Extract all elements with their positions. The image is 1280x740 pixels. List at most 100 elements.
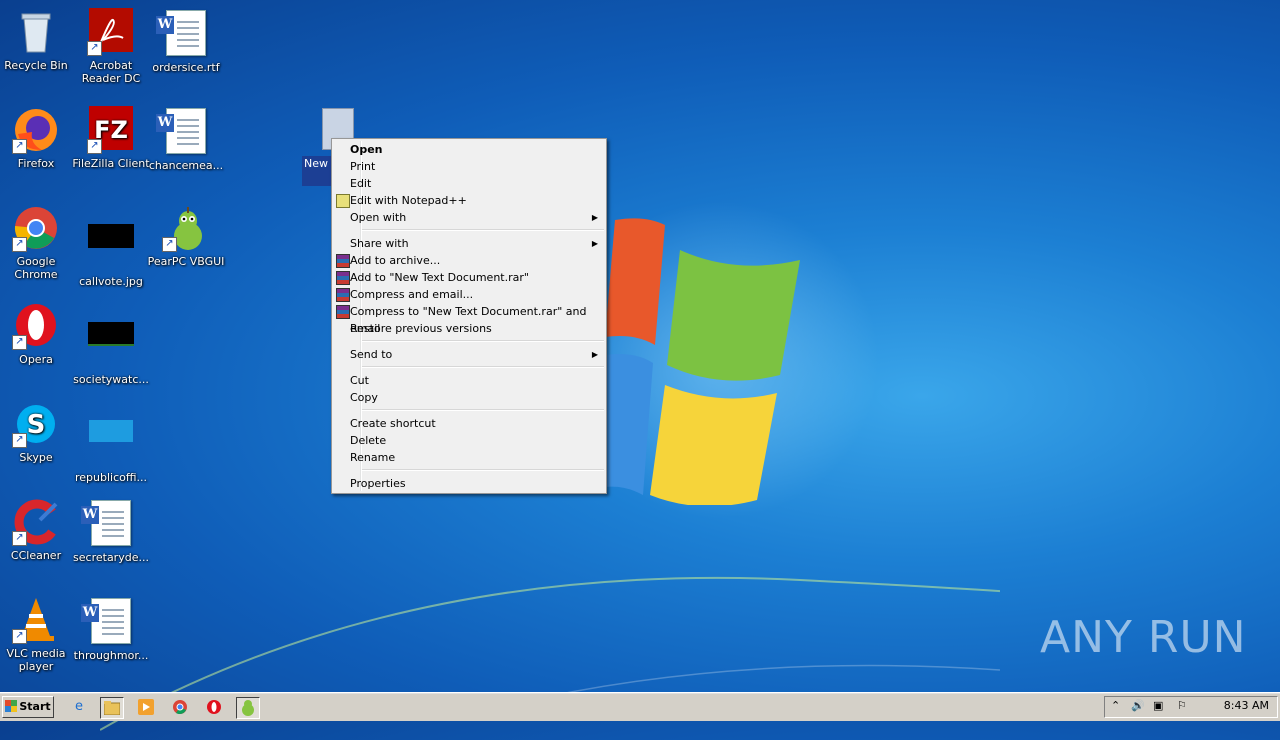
notepadpp-icon (336, 194, 350, 208)
menu-separator (362, 469, 604, 471)
menu-item-properties[interactable]: Properties (334, 475, 604, 492)
submenu-arrow-icon: ▶ (591, 213, 598, 222)
menu-item-share-with[interactable]: Share with ▶ (334, 235, 604, 252)
societywatc-desktop-icon[interactable]: societywatc... (72, 302, 150, 386)
chancemea-desktop-icon[interactable]: W chancemea... (147, 106, 225, 172)
volume-icon[interactable]: 🔊 (1131, 699, 1145, 712)
chrome-icon[interactable] (169, 697, 191, 717)
firefox-icon: ↗ (12, 106, 60, 154)
start-label: Start (19, 700, 51, 713)
windows-logo (605, 218, 800, 505)
filezilla-icon: FZ ↗ (87, 106, 135, 154)
skype-desktop-icon[interactable]: S ↗ Skype (0, 400, 75, 464)
start-button[interactable]: Start (2, 696, 54, 718)
menu-item-compress-and-email[interactable]: Compress and email... (334, 286, 604, 303)
ccleaner-desktop-icon[interactable]: ↗ CCleaner (0, 498, 75, 562)
menu-item-print[interactable]: Print (334, 158, 604, 175)
desktop-icon-label: PearPC VBGUI (147, 255, 225, 268)
show-hidden-icons-icon[interactable]: ⌃ (1111, 699, 1120, 712)
firefox-desktop-icon[interactable]: ↗ Firefox (0, 106, 75, 170)
menu-item-delete[interactable]: Delete (334, 432, 604, 449)
network-icon[interactable]: ▣ (1153, 699, 1163, 712)
windows-flag-icon (5, 700, 18, 712)
desktop-icon-label: FileZilla Client (72, 157, 150, 170)
shortcut-arrow-icon: ↗ (12, 629, 27, 644)
republicoffi-desktop-icon[interactable]: republicoffi... (72, 400, 150, 484)
anyrun-watermark: ANY RUN (1040, 612, 1247, 663)
shortcut-arrow-icon: ↗ (12, 139, 27, 154)
shortcut-arrow-icon: ↗ (87, 41, 102, 56)
menu-item-cut[interactable]: Cut (334, 372, 604, 389)
menu-item-send-to[interactable]: Send to ▶ (334, 346, 604, 363)
shortcut-arrow-icon: ↗ (12, 531, 27, 546)
callvote-jpg-desktop-icon[interactable]: callvote.jpg (72, 204, 150, 288)
winrar-icon (336, 288, 350, 302)
image-thumbnail-icon (87, 420, 135, 468)
vlc-icon: ↗ (12, 596, 60, 644)
menu-item-rename[interactable]: Rename (334, 449, 604, 466)
desktop-icon-label: Opera (19, 353, 53, 366)
acrobat-icon: ↗ (87, 8, 135, 56)
desktop-icon-label: secretaryde... (73, 551, 149, 564)
menu-item-add-to-rar[interactable]: Add to "New Text Document.rar" (334, 269, 604, 286)
desktop-icon-label: chancemea... (148, 159, 224, 172)
vlc-desktop-icon[interactable]: ↗ VLC media player (0, 596, 75, 673)
shortcut-arrow-icon: ↗ (12, 335, 27, 350)
menu-item-add-to-archive[interactable]: Add to archive... (334, 252, 604, 269)
context-menu: Open Print Edit Edit with Notepad++ Open… (331, 138, 607, 494)
image-thumbnail-icon (87, 322, 135, 370)
opera-desktop-icon[interactable]: ↗ Opera (0, 302, 75, 366)
recycle-bin-icon (12, 8, 60, 56)
desktop-icon-label: Skype (19, 451, 53, 464)
desktop-icon-label: callvote.jpg (79, 275, 143, 288)
desktop-icon-label: Recycle Bin (4, 59, 68, 72)
throughmor-desktop-icon[interactable]: W throughmor... (72, 596, 150, 662)
menu-separator (362, 409, 604, 411)
clock[interactable]: 8:43 AM (1224, 699, 1269, 712)
shortcut-arrow-icon: ↗ (12, 433, 27, 448)
shortcut-arrow-icon: ↗ (162, 237, 177, 252)
google-chrome-desktop-icon[interactable]: ↗ Google Chrome (0, 204, 75, 281)
menu-item-open-with[interactable]: Open with ▶ (334, 209, 604, 226)
opera-icon: ↗ (12, 302, 60, 350)
menu-item-copy[interactable]: Copy (334, 389, 604, 406)
shortcut-arrow-icon: ↗ (87, 139, 102, 154)
acrobat-desktop-icon[interactable]: ↗ Acrobat Reader DC (72, 8, 150, 85)
desktop-icon-label: Acrobat Reader DC (81, 59, 141, 85)
winrar-icon (336, 305, 350, 319)
opera-icon[interactable] (203, 697, 225, 717)
action-center-flag-icon[interactable]: ⚐ (1177, 699, 1187, 712)
desktop-icon-label: throughmor... (73, 649, 149, 662)
menu-item-open[interactable]: Open (334, 141, 604, 158)
pear-icon: ↗ (162, 204, 210, 252)
submenu-arrow-icon: ▶ (591, 239, 598, 248)
desktop-icon-label: Firefox (17, 157, 55, 170)
desktop-icon-label: Google Chrome (14, 255, 58, 281)
word-document-icon: W (156, 108, 210, 156)
recycle-bin-desktop-icon[interactable]: Recycle Bin (0, 8, 75, 72)
winrar-icon (336, 271, 350, 285)
menu-item-edit-with-notepadpp[interactable]: Edit with Notepad++ (334, 192, 604, 209)
desktop-icon-label: republicoffi... (75, 471, 147, 484)
chrome-icon: ↗ (12, 204, 60, 252)
menu-separator (362, 229, 604, 231)
menu-item-restore-previous-versions[interactable]: Restore previous versions (334, 320, 604, 337)
menu-item-create-shortcut[interactable]: Create shortcut (334, 415, 604, 432)
ccleaner-icon: ↗ (12, 498, 60, 546)
filezilla-desktop-icon[interactable]: FZ ↗ FileZilla Client (72, 106, 150, 170)
desktop-icon-label: VLC media player (6, 647, 66, 673)
menu-item-edit[interactable]: Edit (334, 175, 604, 192)
explorer-icon[interactable] (100, 697, 124, 719)
word-document-icon: W (81, 500, 135, 548)
pearpc-desktop-icon[interactable]: ↗ PearPC VBGUI (147, 204, 225, 268)
pearpc-icon[interactable] (236, 697, 260, 719)
secretaryde-desktop-icon[interactable]: W secretaryde... (72, 498, 150, 564)
desktop-icon-label: CCleaner (10, 549, 62, 562)
media-player-icon[interactable] (135, 697, 157, 717)
ordersice-rtf-desktop-icon[interactable]: W ordersice.rtf (147, 8, 225, 74)
internet-explorer-icon[interactable]: e (68, 697, 90, 717)
word-document-icon: W (81, 598, 135, 646)
shortcut-arrow-icon: ↗ (12, 237, 27, 252)
menu-item-compress-to-rar-and-email[interactable]: Compress to "New Text Document.rar" and … (334, 303, 604, 335)
taskbar: Start e ⌃ 🔊 ▣ ⚐ 8:43 AM (0, 692, 1280, 721)
